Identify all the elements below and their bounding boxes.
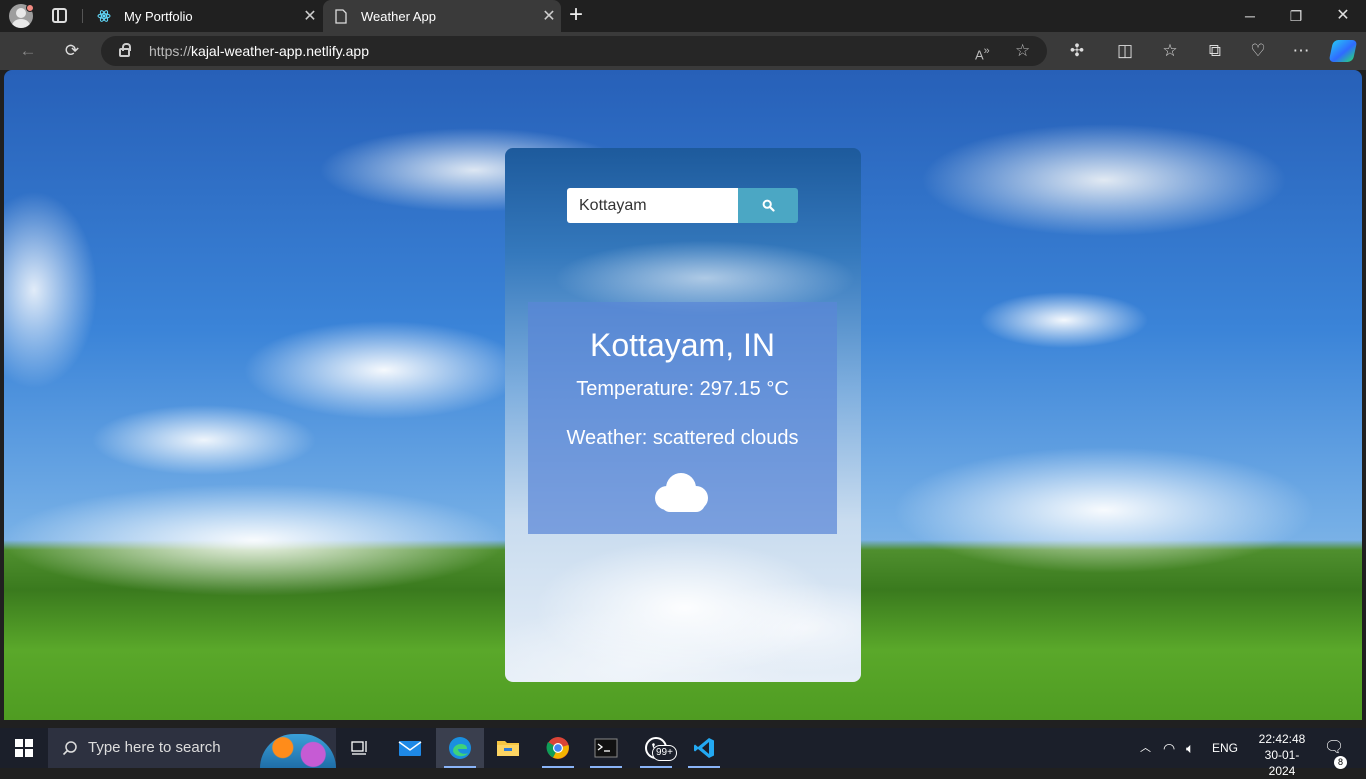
read-aloud-icon[interactable]: A»	[975, 36, 990, 70]
page-icon	[333, 8, 349, 24]
address-bar[interactable]: https://kajal-weather-app.netlify.app A»…	[101, 36, 1047, 66]
tab-title: My Portfolio	[124, 8, 193, 24]
edge-browser-icon[interactable]	[436, 728, 484, 768]
collections-icon[interactable]: ⧉	[1203, 39, 1227, 63]
vscode-icon[interactable]	[680, 728, 728, 768]
whatsapp-unread-badge: 99+	[652, 745, 677, 761]
task-view-icon[interactable]	[336, 728, 384, 768]
favorites-icon[interactable]: ☆	[1158, 39, 1182, 63]
tab-weather-app[interactable]: Weather App ✕	[323, 0, 561, 32]
search-placeholder: Type here to search	[88, 739, 221, 756]
language-indicator[interactable]: ENG	[1212, 728, 1238, 768]
mail-icon[interactable]	[386, 728, 434, 768]
lock-icon	[119, 43, 131, 57]
tab-separator	[82, 9, 83, 23]
profile-notification-dot	[26, 4, 34, 12]
tab-my-portfolio[interactable]: My Portfolio ✕	[86, 0, 322, 32]
show-hidden-icons-chevron[interactable]: ︿	[1140, 728, 1151, 768]
copilot-icon[interactable]	[1328, 40, 1358, 62]
city-name: Kottayam, IN	[590, 327, 775, 363]
close-tab-icon[interactable]: ✕	[298, 6, 322, 26]
chrome-icon[interactable]	[534, 728, 582, 768]
weather-info-panel: Kottayam, IN Temperature: 297.15 °C Weat…	[528, 302, 837, 534]
extensions-icon[interactable]: ✣	[1065, 39, 1089, 63]
weather-card: Kottayam, IN Temperature: 297.15 °C Weat…	[505, 148, 861, 682]
search-highlight-image	[260, 734, 336, 768]
close-tab-icon[interactable]: ✕	[537, 6, 561, 26]
temperature-text: Temperature: 297.15 °C	[576, 378, 789, 400]
minimize-button[interactable]: ─	[1227, 0, 1273, 32]
network-wifi-icon[interactable]: ◠	[1163, 728, 1175, 768]
back-arrow-icon[interactable]: ←	[16, 39, 40, 63]
more-menu-icon[interactable]: ⋯	[1289, 39, 1313, 63]
search-icon	[762, 199, 775, 212]
search-form	[567, 188, 798, 223]
clock-time: 22:42:48	[1258, 732, 1306, 746]
weather-description: Weather: scattered clouds	[566, 427, 799, 449]
search-button[interactable]	[738, 188, 798, 223]
react-atom-icon	[96, 8, 112, 24]
clock[interactable]: 22:42:48 30-01-2024	[1254, 731, 1310, 779]
page-background: Kottayam, IN Temperature: 297.15 °C Weat…	[4, 70, 1362, 720]
url-text: https://kajal-weather-app.netlify.app	[149, 43, 369, 59]
close-window-button[interactable]: ✕	[1320, 0, 1366, 32]
cloud-icon	[655, 473, 708, 512]
clock-date: 30-01-2024	[1264, 748, 1300, 778]
refresh-icon[interactable]: ⟳	[60, 39, 84, 63]
notification-count-badge: 8	[1334, 756, 1347, 769]
volume-icon[interactable]: 🔈︎	[1186, 728, 1194, 768]
new-tab-button[interactable]: +	[569, 3, 583, 27]
city-search-input[interactable]	[567, 188, 739, 223]
tab-bar: My Portfolio ✕ Weather App ✕ + ─ ❐ ✕	[0, 0, 1366, 32]
search-icon	[62, 741, 77, 756]
favorite-star-icon[interactable]: ☆	[1015, 36, 1030, 66]
restore-button[interactable]: ❐	[1273, 0, 1319, 32]
terminal-icon[interactable]	[582, 728, 630, 768]
browser-toolbar: ← ⟳ https://kajal-weather-app.netlify.ap…	[0, 32, 1366, 70]
taskbar: Type here to search ︿ ◠ 🔈︎ ENG 22:42:48 …	[0, 728, 1366, 778]
windows-start-button[interactable]	[15, 739, 33, 757]
tab-actions-icon[interactable]	[52, 8, 67, 23]
split-screen-icon[interactable]: ◫	[1113, 39, 1137, 63]
tab-title: Weather App	[361, 8, 436, 24]
browser-essentials-icon[interactable]: ♡	[1246, 39, 1270, 63]
taskbar-search-box[interactable]: Type here to search	[48, 728, 336, 768]
file-explorer-icon[interactable]	[484, 728, 532, 768]
